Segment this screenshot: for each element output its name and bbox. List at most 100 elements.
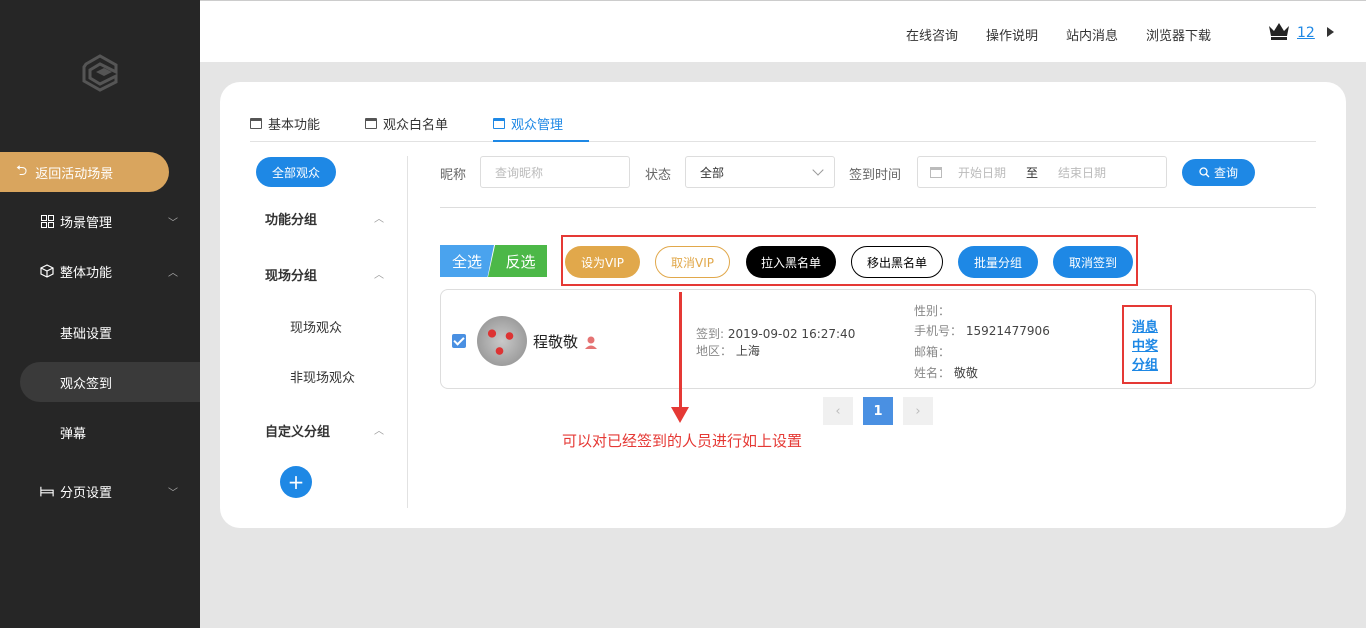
- back-to-scenes-label: 返回活动场景: [35, 166, 114, 182]
- all-audience-button[interactable]: 全部观众: [256, 157, 336, 187]
- grid-icon: [40, 214, 54, 228]
- calendar-icon: [365, 118, 377, 129]
- message-link[interactable]: 消息: [1132, 316, 1158, 335]
- next-page-button[interactable]: ›: [903, 397, 933, 425]
- search-icon: [1199, 167, 1210, 178]
- brand-logo-icon: [82, 54, 118, 92]
- nickname-label: 昵称: [440, 168, 467, 183]
- browser-download-link[interactable]: 浏览器下载: [1146, 25, 1211, 44]
- add-group-button[interactable]: +: [280, 466, 312, 498]
- function-group-header[interactable]: 功能分组: [265, 209, 317, 228]
- status-select[interactable]: 全部: [685, 156, 835, 188]
- prize-link[interactable]: 中奖: [1132, 335, 1158, 354]
- nav-page-settings[interactable]: 分页设置 ﹀: [0, 473, 200, 509]
- region-info: 地区： 上海: [696, 342, 760, 359]
- gender-key: 性别：: [914, 304, 951, 318]
- panel-divider: [407, 156, 408, 508]
- invert-selection-button[interactable]: 反选: [488, 245, 547, 277]
- custom-group-header[interactable]: 自定义分组: [265, 421, 330, 440]
- chevron-down-icon: ﹀: [168, 217, 178, 229]
- status-label: 状态: [645, 168, 672, 183]
- checkin-date-range[interactable]: 开始日期 至 结束日期: [917, 156, 1167, 188]
- select-all-button[interactable]: 全选: [440, 245, 494, 277]
- realname-value: 敬敬: [953, 366, 978, 380]
- start-date-input[interactable]: 开始日期: [958, 164, 1006, 181]
- active-tab-indicator: [493, 140, 589, 142]
- calendar-icon: [930, 166, 942, 178]
- top-bar: 在线咨询 操作说明 站内消息 浏览器下载 12: [200, 0, 1366, 62]
- annotation-arrow-line: [679, 292, 682, 410]
- region-key: 地区：: [696, 344, 733, 358]
- tab-audience-management[interactable]: 观众管理: [493, 114, 563, 133]
- main-card: 基本功能 观众白名单 观众管理 全部观众 功能分组 ︿ 现场分组 ︿ 现场观众 …: [220, 82, 1346, 528]
- page-1-button[interactable]: 1: [863, 397, 893, 425]
- annotation-note: 可以对已经签到的人员进行如上设置: [562, 432, 803, 450]
- realname-key: 姓名：: [914, 366, 951, 380]
- nav-page-settings-label: 分页设置: [60, 485, 113, 501]
- tab-audience-whitelist-label: 观众白名单: [383, 118, 449, 133]
- user-female-icon: [585, 336, 598, 349]
- calendar-icon: [493, 118, 505, 129]
- tab-basic-functions[interactable]: 基本功能: [250, 114, 320, 133]
- annotation-highlight-box: [561, 235, 1138, 286]
- realname-info: 姓名： 敬敬: [914, 364, 978, 381]
- checkin-key: 签到:: [696, 327, 725, 341]
- sub-basic-settings-label: 基础设置: [60, 326, 113, 342]
- sub-basic-settings[interactable]: 基础设置: [20, 312, 200, 352]
- sidebar: ⮌ 返回活动场景 场景管理 ﹀ 整体功能 ︿ 基础设置 观众签到 弹幕 分页设置…: [0, 0, 200, 628]
- nav-scene-management-label: 场景管理: [60, 215, 113, 231]
- nav-overall-functions[interactable]: 整体功能 ︿: [0, 253, 200, 289]
- nav-scene-management[interactable]: 场景管理 ﹀: [0, 203, 200, 239]
- checkin-time-value: 2019-09-02 16:27:40: [727, 327, 856, 341]
- chevron-up-icon[interactable]: ︿: [374, 266, 384, 281]
- site-messages-link[interactable]: 站内消息: [1066, 25, 1118, 44]
- phone-key: 手机号：: [914, 324, 963, 338]
- sub-danmaku[interactable]: 弹幕: [20, 412, 200, 452]
- audience-name-text: 程敬敬: [533, 333, 579, 351]
- phone-value: 15921477906: [965, 324, 1050, 338]
- row-checkbox[interactable]: [452, 334, 466, 348]
- bed-icon: [40, 484, 54, 498]
- vip-level-link[interactable]: 12: [1297, 25, 1315, 41]
- nickname-search-input[interactable]: 查询昵称: [480, 156, 630, 188]
- end-date-input[interactable]: 结束日期: [1058, 164, 1106, 181]
- caret-right-icon[interactable]: [1327, 27, 1334, 37]
- sub-audience-checkin[interactable]: 观众签到: [20, 362, 200, 402]
- checkin-info: 签到: 2019-09-02 16:27:40: [696, 325, 855, 342]
- chevron-up-icon[interactable]: ︿: [374, 422, 384, 437]
- back-to-scenes-button[interactable]: ⮌ 返回活动场景: [0, 152, 169, 192]
- cancel-vip-button[interactable]: 取消VIP: [655, 246, 730, 278]
- batch-group-button[interactable]: 批量分组: [958, 246, 1038, 278]
- add-to-blacklist-button[interactable]: 拉入黑名单: [746, 246, 836, 278]
- region-value: 上海: [735, 344, 760, 358]
- gender-info: 性别：: [914, 302, 950, 319]
- chevron-up-icon[interactable]: ︿: [374, 210, 384, 225]
- cube-icon: [40, 264, 54, 278]
- nav-overall-functions-label: 整体功能: [60, 265, 113, 281]
- onsite-audience-item[interactable]: 现场观众: [290, 317, 342, 336]
- query-button-label: 查询: [1213, 166, 1238, 180]
- set-vip-button[interactable]: 设为VIP: [565, 246, 640, 278]
- email-info: 邮箱：: [914, 343, 950, 360]
- online-consult-link[interactable]: 在线咨询: [906, 25, 958, 44]
- instructions-link[interactable]: 操作说明: [986, 25, 1038, 44]
- prev-page-button[interactable]: ‹: [823, 397, 853, 425]
- offsite-audience-item[interactable]: 非现场观众: [290, 367, 355, 386]
- sub-audience-checkin-label: 观众签到: [60, 376, 113, 392]
- status-select-value: 全部: [700, 165, 725, 180]
- audience-row: 程敬敬 签到: 2019-09-02 16:27:40 地区： 上海 性别： 手…: [440, 289, 1316, 389]
- crown-icon: [1269, 23, 1289, 40]
- chevron-up-icon: ︿: [168, 267, 178, 279]
- return-icon: ⮌: [16, 163, 28, 179]
- remove-from-blacklist-button[interactable]: 移出黑名单: [851, 246, 943, 278]
- group-link[interactable]: 分组: [1132, 354, 1158, 373]
- checkin-time-label: 签到时间: [849, 168, 902, 183]
- onsite-group-header[interactable]: 现场分组: [265, 265, 317, 284]
- chevron-down-icon: [812, 164, 824, 176]
- avatar: [477, 316, 527, 366]
- chevron-down-icon: ﹀: [168, 487, 178, 499]
- tab-audience-whitelist[interactable]: 观众白名单: [365, 114, 448, 133]
- query-button[interactable]: 查询: [1182, 159, 1255, 186]
- email-key: 邮箱：: [914, 345, 951, 359]
- cancel-checkin-button[interactable]: 取消签到: [1053, 246, 1133, 278]
